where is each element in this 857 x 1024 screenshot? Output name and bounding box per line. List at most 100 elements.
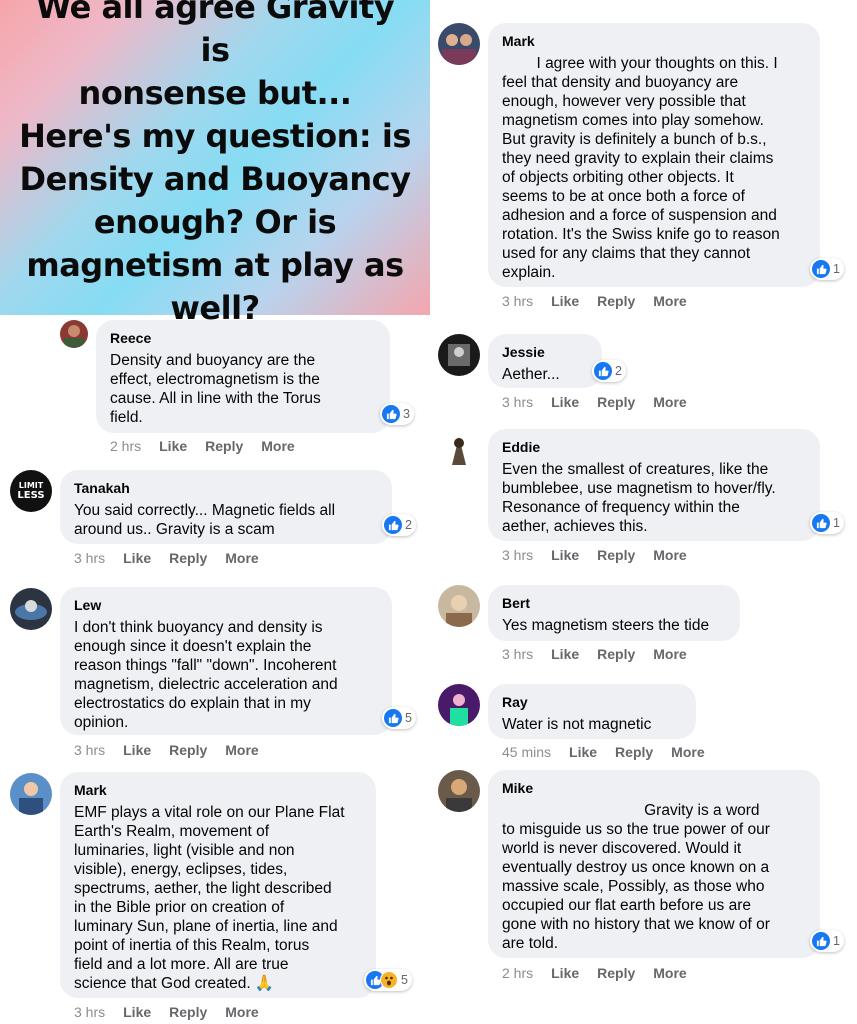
- comment-actions: 3 hrs Like Reply More: [74, 742, 259, 758]
- like-button[interactable]: Like: [123, 742, 151, 758]
- reaction-count[interactable]: 1: [810, 258, 844, 280]
- banner-line: magnetism at play as: [26, 245, 404, 284]
- banner-line: Here's my question: is: [19, 116, 411, 155]
- reaction-count[interactable]: 5: [364, 969, 412, 991]
- more-button[interactable]: More: [225, 1004, 258, 1020]
- reply-button[interactable]: Reply: [169, 1004, 207, 1020]
- commenter-name[interactable]: Ray: [502, 693, 682, 711]
- reaction-number: 2: [405, 518, 412, 532]
- like-button[interactable]: Like: [551, 965, 579, 981]
- reaction-number: 5: [405, 711, 412, 725]
- thumbs-up-icon: [594, 362, 612, 380]
- more-button[interactable]: More: [653, 394, 686, 410]
- comment-text: I agree with your thoughts on this. I fe…: [502, 55, 780, 281]
- commenter-name[interactable]: Jessie: [502, 343, 588, 361]
- avatar[interactable]: LIMITLESS: [10, 470, 52, 512]
- commenter-name[interactable]: Tanakah: [74, 479, 378, 497]
- reaction-count[interactable]: 2: [592, 360, 626, 382]
- avatar[interactable]: [438, 429, 480, 471]
- like-button[interactable]: Like: [123, 1004, 151, 1020]
- comment-text: I don't think buoyancy and density is en…: [74, 619, 338, 731]
- svg-text:LESS: LESS: [17, 490, 44, 501]
- reaction-count[interactable]: 1: [810, 512, 844, 534]
- comment-time[interactable]: 3 hrs: [74, 1004, 105, 1020]
- reply-button[interactable]: Reply: [597, 646, 635, 662]
- reply-button[interactable]: Reply: [169, 742, 207, 758]
- comment-text: Water is not magnetic: [502, 716, 652, 733]
- more-button[interactable]: More: [653, 547, 686, 563]
- avatar[interactable]: [60, 320, 88, 348]
- comment-bubble: Tanakah You said correctly... Magnetic f…: [60, 470, 392, 544]
- reply-button[interactable]: Reply: [205, 438, 243, 454]
- comment-time[interactable]: 2 hrs: [502, 965, 533, 981]
- reaction-number: 5: [401, 973, 408, 987]
- reaction-count[interactable]: 1: [810, 930, 844, 952]
- more-button[interactable]: More: [225, 550, 258, 566]
- comment-text: Density and buoyancy are the effect, ele…: [110, 352, 321, 426]
- more-button[interactable]: More: [653, 646, 686, 662]
- comment-bubble: Ray Water is not magnetic: [488, 684, 696, 739]
- banner-line: enough? Or is: [93, 202, 337, 241]
- commenter-name[interactable]: Mike: [502, 779, 806, 797]
- avatar[interactable]: [10, 773, 52, 815]
- comment-time[interactable]: 3 hrs: [502, 394, 533, 410]
- reaction-count[interactable]: 3: [380, 403, 414, 425]
- comment-bubble: Reece Density and buoyancy are the effec…: [96, 320, 390, 433]
- avatar[interactable]: [438, 585, 480, 627]
- avatar[interactable]: [438, 770, 480, 812]
- comment-bubble: Mark I agree with your thoughts on this.…: [488, 23, 820, 287]
- reaction-number: 2: [615, 364, 622, 378]
- comment-time[interactable]: 3 hrs: [502, 547, 533, 563]
- comment-time[interactable]: 3 hrs: [502, 293, 533, 309]
- reaction-number: 1: [833, 934, 840, 948]
- like-button[interactable]: Like: [123, 550, 151, 566]
- avatar[interactable]: [438, 334, 480, 376]
- like-button[interactable]: Like: [551, 293, 579, 309]
- avatar[interactable]: [438, 23, 480, 65]
- comment-actions: 45 mins Like Reply More: [502, 744, 705, 760]
- comment-actions: 3 hrs Like Reply More: [502, 293, 687, 309]
- comment-text: EMF plays a vital role on our Plane Flat…: [74, 804, 345, 992]
- like-button[interactable]: Like: [551, 394, 579, 410]
- commenter-name[interactable]: Mark: [502, 32, 806, 50]
- like-button[interactable]: Like: [551, 547, 579, 563]
- comment-time[interactable]: 3 hrs: [74, 742, 105, 758]
- avatar[interactable]: [10, 588, 52, 630]
- comment-actions: 2 hrs Like Reply More: [110, 438, 295, 454]
- reply-button[interactable]: Reply: [597, 965, 635, 981]
- more-button[interactable]: More: [225, 742, 258, 758]
- commenter-name[interactable]: Lew: [74, 596, 378, 614]
- reply-button[interactable]: Reply: [169, 550, 207, 566]
- more-button[interactable]: More: [653, 965, 686, 981]
- comment-actions: 2 hrs Like Reply More: [502, 965, 687, 981]
- banner-line: Density and Buoyancy: [19, 159, 412, 198]
- reply-button[interactable]: Reply: [597, 394, 635, 410]
- comment-bubble: Jessie Aether...: [488, 334, 602, 388]
- thumbs-up-icon: [382, 405, 400, 423]
- commenter-name[interactable]: Eddie: [502, 438, 806, 456]
- more-button[interactable]: More: [671, 744, 704, 760]
- commenter-name[interactable]: Bert: [502, 594, 726, 612]
- reaction-count[interactable]: 2: [382, 514, 416, 536]
- more-button[interactable]: More: [653, 293, 686, 309]
- comment-bubble: Eddie Even the smallest of creatures, li…: [488, 429, 820, 541]
- avatar[interactable]: [438, 684, 480, 726]
- commenter-name[interactable]: Reece: [110, 329, 376, 347]
- like-button[interactable]: Like: [569, 744, 597, 760]
- comment-time[interactable]: 45 mins: [502, 744, 551, 760]
- comment-time[interactable]: 2 hrs: [110, 438, 141, 454]
- reply-button[interactable]: Reply: [597, 293, 635, 309]
- reply-button[interactable]: Reply: [597, 547, 635, 563]
- more-button[interactable]: More: [261, 438, 294, 454]
- comment-actions: 3 hrs Like Reply More: [502, 547, 687, 563]
- commenter-name[interactable]: Mark: [74, 781, 362, 799]
- reaction-count[interactable]: 5: [382, 707, 416, 729]
- comment-time[interactable]: 3 hrs: [502, 646, 533, 662]
- reply-button[interactable]: Reply: [615, 744, 653, 760]
- comment-bubble: Mark EMF plays a vital role on our Plane…: [60, 772, 376, 998]
- like-button[interactable]: Like: [551, 646, 579, 662]
- like-button[interactable]: Like: [159, 438, 187, 454]
- thumbs-up-icon: [384, 516, 402, 534]
- comment-time[interactable]: 3 hrs: [74, 550, 105, 566]
- thumbs-up-icon: [812, 514, 830, 532]
